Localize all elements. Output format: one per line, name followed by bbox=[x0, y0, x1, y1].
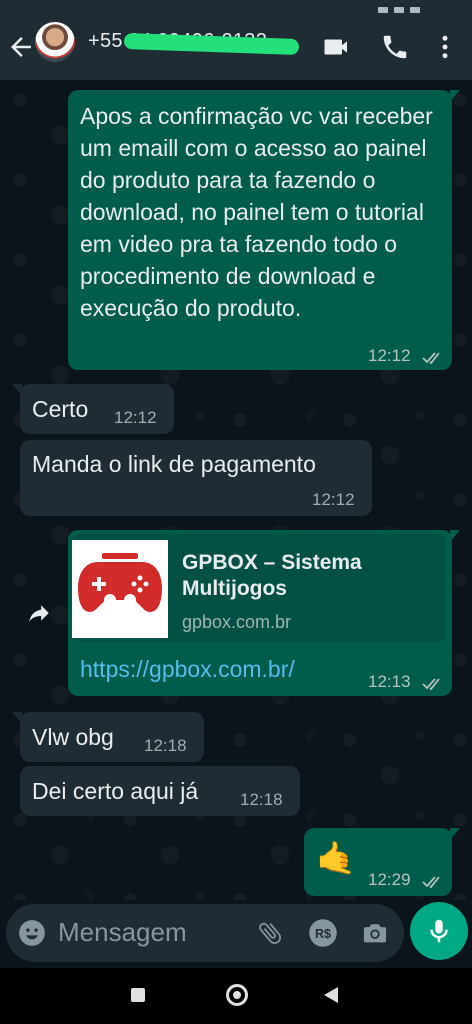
status-bar bbox=[0, 0, 472, 16]
message-time: 12:29 bbox=[368, 870, 411, 889]
message-text: Dei certo aqui já bbox=[32, 778, 199, 804]
message-text: Apos a confirmação vc vai receber um ema… bbox=[80, 103, 433, 321]
read-ticks-icon bbox=[422, 678, 440, 691]
message-time: 12:12 bbox=[368, 346, 411, 365]
gamepad-icon bbox=[78, 553, 162, 612]
message-bubble-outgoing-link[interactable]: GPBOX – Sistema Multijogos gpbox.com.br … bbox=[68, 530, 460, 696]
link-url[interactable]: https://gpbox.com.br/ bbox=[80, 656, 295, 683]
forward-icon[interactable] bbox=[26, 600, 52, 626]
message-time: 12:18 bbox=[144, 736, 187, 755]
nav-back-icon[interactable] bbox=[324, 987, 338, 1003]
system-nav-bar bbox=[0, 968, 472, 1024]
message-text: Manda o link de pagamento bbox=[32, 451, 316, 477]
message-input[interactable]: Mensagem bbox=[58, 917, 187, 948]
video-call-icon[interactable] bbox=[322, 32, 352, 62]
message-text: Certo bbox=[32, 396, 89, 422]
message-bubble-incoming[interactable]: Manda o link de pagamento 12:12 bbox=[20, 440, 372, 516]
message-input-bar[interactable]: Mensagem R$ bbox=[6, 904, 404, 962]
whatsapp-chat-screen: +55 84 99406-2132 Apos a confirmação vc … bbox=[0, 0, 472, 1024]
back-arrow-icon[interactable] bbox=[6, 32, 36, 62]
camera-icon[interactable] bbox=[360, 919, 390, 947]
home-icon[interactable] bbox=[226, 984, 248, 1006]
message-bubble-outgoing[interactable]: 🤙 12:29 bbox=[304, 828, 460, 896]
more-options-icon[interactable] bbox=[430, 32, 460, 62]
message-time: 12:18 bbox=[240, 790, 283, 809]
recent-apps-icon[interactable] bbox=[131, 988, 145, 1002]
read-ticks-icon bbox=[422, 352, 440, 365]
microphone-icon bbox=[430, 919, 448, 943]
link-preview-image bbox=[72, 540, 168, 638]
payment-icon[interactable]: R$ bbox=[308, 918, 338, 948]
message-bubble-incoming[interactable]: Vlw obg 12:18 bbox=[12, 712, 204, 762]
shaka-emoji: 🤙 bbox=[316, 840, 356, 876]
message-bubble-incoming[interactable]: Certo 12:12 bbox=[12, 384, 174, 434]
voice-call-icon[interactable] bbox=[380, 32, 410, 62]
link-preview-card[interactable]: GPBOX – Sistema Multijogos gpbox.com.br bbox=[72, 534, 446, 642]
status-icons bbox=[372, 0, 442, 13]
mic-button[interactable] bbox=[410, 902, 468, 960]
read-ticks-icon bbox=[422, 876, 440, 889]
message-time: 12:13 bbox=[368, 672, 411, 691]
link-preview-title: GPBOX – Sistema Multijogos bbox=[182, 551, 362, 600]
svg-text:R$: R$ bbox=[315, 927, 331, 941]
attach-icon[interactable] bbox=[256, 918, 284, 948]
emoji-icon[interactable] bbox=[18, 919, 46, 947]
message-bubble-incoming[interactable]: Dei certo aqui já 12:18 bbox=[20, 766, 300, 816]
message-bubble-outgoing[interactable]: Apos a confirmação vc vai receber um ema… bbox=[68, 90, 460, 370]
chat-header: +55 84 99406-2132 bbox=[0, 16, 472, 80]
message-time: 12:12 bbox=[312, 490, 355, 509]
message-text: Vlw obg bbox=[32, 724, 114, 750]
avatar[interactable] bbox=[35, 22, 75, 62]
message-time: 12:12 bbox=[114, 408, 157, 427]
link-preview-domain: gpbox.com.br bbox=[182, 612, 292, 632]
